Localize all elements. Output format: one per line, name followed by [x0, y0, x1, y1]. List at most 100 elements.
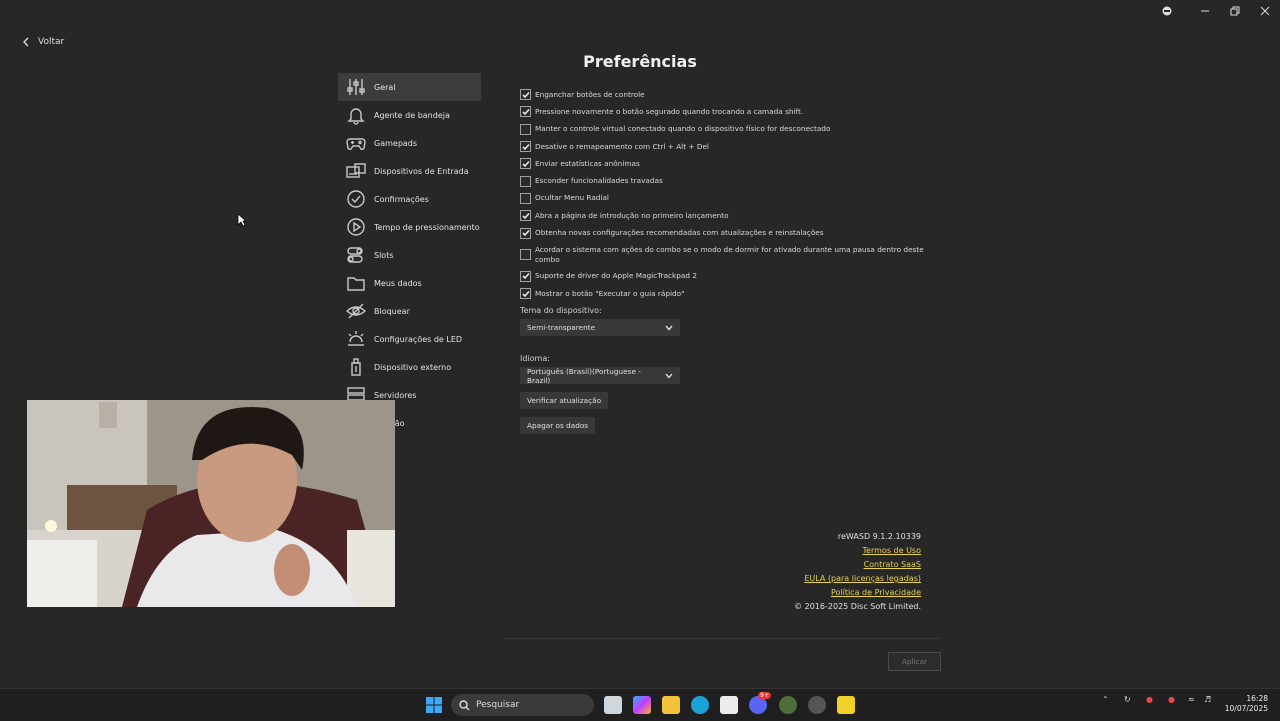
option-label: Obtenha novas configurações recomendadas… — [535, 228, 824, 238]
option-checkbox[interactable] — [520, 270, 531, 282]
file-explorer-icon[interactable] — [662, 696, 680, 714]
check-circle-icon — [338, 185, 374, 213]
clear-data-button[interactable]: Apagar os dados — [520, 417, 596, 435]
option-label: Mostrar o botão "Executar o guia rápido" — [535, 288, 685, 298]
option-checkbox[interactable] — [520, 192, 531, 204]
option-checkbox[interactable] — [520, 175, 531, 187]
sync-icon[interactable]: ↻ — [1124, 695, 1131, 704]
option-row[interactable]: Suporte de driver do Apple MagicTrackpad… — [520, 268, 940, 285]
option-label: Esconder funcionalidades travadas — [535, 176, 663, 186]
apply-button[interactable]: Aplicar — [888, 652, 941, 671]
sidebar-item-bloquear[interactable]: Bloquear — [338, 297, 481, 325]
preferences-sidebar: Geral Agente de bandeja Gamepads Disposi… — [338, 73, 481, 437]
option-checkbox[interactable] — [520, 227, 531, 239]
version-text: reWASD 9.1.2.10339 — [837, 532, 921, 541]
option-row[interactable]: Desative o remapeamento com Ctrl + Alt +… — [520, 138, 940, 155]
option-checkbox[interactable] — [520, 288, 531, 300]
option-checkbox[interactable] — [520, 210, 531, 222]
wifi-icon[interactable]: ≈ — [1188, 695, 1195, 704]
option-checkbox[interactable] — [520, 123, 531, 135]
copyright-text: © 2016-2025 Disc Soft Limited. — [794, 602, 921, 611]
chevron-up-icon[interactable]: ⌃ — [1102, 695, 1109, 704]
windows-start-icon[interactable] — [425, 696, 443, 714]
option-label: Enganchar botões de controle — [535, 89, 645, 99]
language-select[interactable]: Português (Brasil)(Portuguese - Brazil) — [520, 367, 680, 385]
rewasd-icon[interactable] — [837, 696, 855, 714]
back-button[interactable]: Voltar — [22, 37, 64, 47]
sidebar-item-label: Confirmações — [374, 194, 429, 204]
chevron-down-icon — [665, 373, 673, 379]
option-row[interactable]: Acordar o sistema com ações do combo se … — [520, 242, 940, 268]
privacy-link[interactable]: Política de Privacidade — [794, 586, 921, 600]
option-row[interactable]: Enviar estatísticas anônimas — [520, 155, 940, 172]
sliders-icon — [338, 73, 374, 101]
option-row[interactable]: Esconder funcionalidades travadas — [520, 172, 940, 189]
copilot-icon[interactable] — [633, 696, 651, 714]
sidebar-item-geral[interactable]: Geral — [338, 73, 481, 101]
webcam-overlay — [27, 400, 395, 607]
checkmark-icon — [521, 212, 530, 219]
search-placeholder: Pesquisar — [476, 700, 520, 710]
sidebar-item-meus-dados[interactable]: Meus dados — [338, 269, 481, 297]
theme-label: Tema do dispositivo: — [520, 306, 602, 316]
about-info: reWASD 9.1.2.10339 Termos de Uso Contrat… — [794, 530, 921, 614]
sidebar-item-label: Bloquear — [374, 306, 410, 316]
edge-browser-icon[interactable] — [691, 696, 709, 714]
theme-select[interactable]: Semi-transparente — [520, 319, 680, 337]
theme-value: Semi-transparente — [527, 323, 596, 333]
option-checkbox[interactable] — [520, 89, 531, 101]
option-label: Desative o remapeamento com Ctrl + Alt +… — [535, 141, 709, 151]
sidebar-item-dispositivo-externo[interactable]: Dispositivo externo — [338, 353, 481, 381]
sidebar-item-confirmacoes[interactable]: Confirmações — [338, 185, 481, 213]
store-icon[interactable] — [720, 696, 738, 714]
sidebar-item-gamepads[interactable]: Gamepads — [338, 129, 481, 157]
bell-icon — [338, 101, 374, 129]
option-row[interactable]: Mostrar o botão "Executar o guia rápido" — [520, 285, 940, 302]
discord-icon[interactable]: 9+ — [749, 692, 771, 714]
option-checkbox[interactable] — [520, 158, 531, 170]
option-row[interactable]: Ocultar Menu Radial — [520, 190, 940, 207]
close-button[interactable] — [1250, 0, 1280, 22]
microphone-icon[interactable]: ● — [1168, 695, 1175, 704]
sidebar-item-label: Tempo de pressionamento — [374, 222, 480, 232]
sidebar-item-dispositivos-de-entrada[interactable]: Dispositivos de Entrada — [338, 157, 481, 185]
sidebar-item-configuracoes-de-led[interactable]: Configurações de LED — [338, 325, 481, 353]
option-row[interactable]: Pressione novamente o botão segurado qua… — [520, 103, 940, 120]
sidebar-item-tempo-de-pressionamento[interactable]: Tempo de pressionamento — [338, 213, 481, 241]
option-row[interactable]: Obtenha novas configurações recomendadas… — [520, 224, 940, 241]
option-checkbox[interactable] — [520, 106, 531, 118]
option-row[interactable]: Manter o controle virtual conectado quan… — [520, 121, 940, 138]
terms-link[interactable]: Termos de Uso — [794, 544, 921, 558]
eula-link[interactable]: EULA (para licenças legadas) — [794, 572, 921, 586]
taskbar-search[interactable]: Pesquisar — [451, 694, 594, 716]
folder-icon — [338, 269, 374, 297]
webcam-image — [27, 400, 395, 607]
sidebar-item-label: Servidores — [374, 390, 417, 400]
sidebar-item-label: Dispositivo externo — [374, 362, 452, 372]
volume-icon[interactable]: ♬ — [1204, 695, 1211, 704]
restore-button[interactable] — [1220, 0, 1250, 22]
option-label: Abra a página de introdução no primeiro … — [535, 210, 729, 220]
checkmark-icon — [521, 91, 530, 98]
minimize-button[interactable] — [1190, 0, 1220, 22]
gamepad-tray-icon[interactable]: ● — [1146, 695, 1153, 704]
taskbar: Pesquisar 9+ ⌃ ↻ ● ● ≈ ♬ 16:28 10/07/202… — [0, 688, 1280, 721]
gamepad-status-icon[interactable] — [1152, 0, 1182, 22]
app-icon-2[interactable] — [808, 696, 826, 714]
taskbar-clock[interactable]: 16:28 10/07/2025 — [1225, 694, 1268, 714]
option-checkbox[interactable] — [520, 141, 531, 153]
checkmark-icon — [521, 143, 530, 150]
sidebar-item-agente-de-bandeja[interactable]: Agente de bandeja — [338, 101, 481, 129]
option-checkbox[interactable] — [520, 249, 531, 261]
sidebar-item-label: Geral — [374, 82, 396, 92]
option-row[interactable]: Enganchar botões de controle — [520, 86, 940, 103]
saas-link[interactable]: Contrato SaaS — [794, 558, 921, 572]
sidebar-item-slots[interactable]: Slots — [338, 241, 481, 269]
notification-badge: 9+ — [758, 692, 771, 699]
task-view-icon[interactable] — [604, 696, 622, 714]
checkmark-icon — [521, 229, 530, 237]
app-icon[interactable] — [779, 696, 797, 714]
option-row[interactable]: Abra a página de introdução no primeiro … — [520, 207, 940, 224]
check-update-button[interactable]: Verificar atualização — [520, 392, 609, 410]
gamepad-icon — [338, 129, 374, 157]
